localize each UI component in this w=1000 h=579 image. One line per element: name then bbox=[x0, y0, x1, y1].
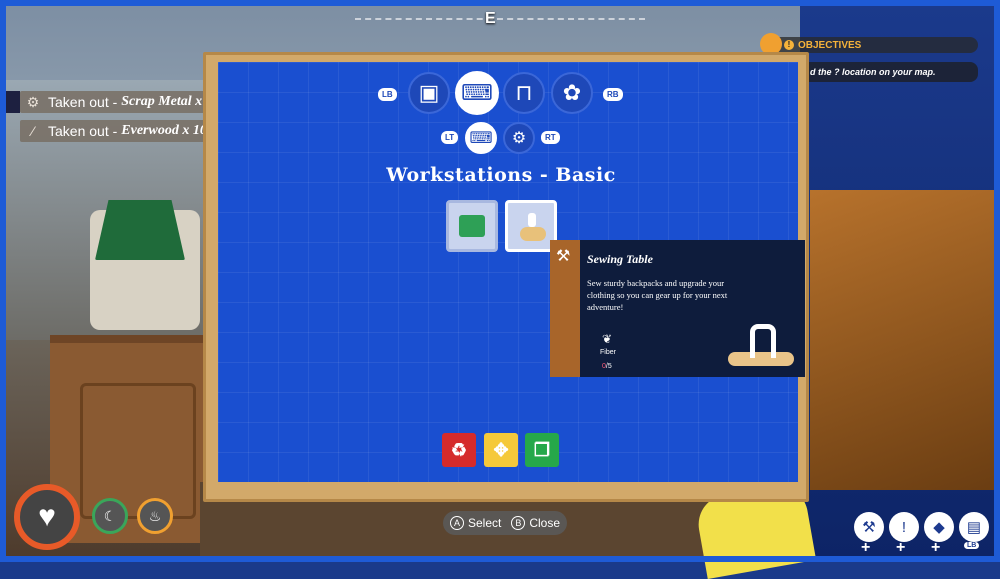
rt-button-hint[interactable]: RT bbox=[541, 131, 560, 144]
compass-heading: E bbox=[485, 10, 496, 27]
heart-icon: ♥ bbox=[38, 500, 56, 533]
tool-backpack[interactable]: ▤ LB bbox=[959, 512, 989, 549]
recycle-button[interactable]: ♻ bbox=[442, 433, 476, 467]
chair-icon: ⊓ bbox=[515, 80, 533, 105]
objectives-header: ! OBJECTIVES bbox=[760, 33, 978, 55]
sewing-table-icon bbox=[520, 213, 546, 241]
recipe-slot-workbench[interactable] bbox=[446, 200, 498, 252]
tool-hammer[interactable]: ⚒ + bbox=[854, 512, 884, 556]
fiber-icon: ❦ bbox=[602, 332, 613, 346]
pickup-item: Everwood x 10 bbox=[121, 123, 207, 138]
tooltip-side-strip: ⚒ bbox=[550, 240, 580, 377]
ingredient-count: 0/5 bbox=[602, 363, 612, 370]
subcategory-basic[interactable]: ⌨ bbox=[465, 122, 497, 154]
gear-icon: ⚙ bbox=[511, 130, 527, 147]
backpack-icon: ▤ bbox=[966, 519, 982, 536]
pickup-prefix: Taken out - bbox=[48, 94, 118, 110]
move-button[interactable]: ✥ bbox=[484, 433, 518, 467]
rb-button-hint[interactable]: RB bbox=[603, 88, 623, 101]
notification-edge bbox=[6, 91, 20, 113]
category-workstations[interactable]: ⌨ bbox=[455, 71, 499, 115]
category-furniture[interactable]: ⊓ bbox=[503, 72, 545, 114]
hammer-icon: ⚒ bbox=[862, 519, 876, 536]
preview-arm bbox=[750, 324, 776, 358]
b-button-icon: B bbox=[511, 516, 526, 530]
tool-alert[interactable]: ! + bbox=[889, 512, 919, 556]
moon-icon: ☾ bbox=[103, 507, 117, 524]
lb-button-hint: LB bbox=[964, 542, 980, 549]
close-label[interactable]: Close bbox=[529, 516, 560, 530]
category-title: Workstations - Basic bbox=[386, 164, 616, 186]
tool-map[interactable]: ◆ + bbox=[924, 512, 954, 556]
scrap-metal-icon: ⚙ bbox=[26, 94, 40, 110]
storage-icon: ▣ bbox=[418, 80, 440, 105]
objective-alert-icon: ! bbox=[784, 40, 794, 50]
copy-button[interactable]: ❐ bbox=[525, 433, 559, 467]
pickup-prefix: Taken out - bbox=[48, 123, 118, 139]
compass-bar: E bbox=[355, 10, 645, 36]
recycle-icon: ♻ bbox=[450, 439, 468, 460]
lt-button-hint[interactable]: LT bbox=[441, 131, 459, 144]
pickup-item: Scrap Metal x 2 bbox=[121, 94, 213, 109]
ingredient-name: Fiber bbox=[600, 349, 616, 356]
objectives-label: OBJECTIVES bbox=[798, 39, 862, 51]
dpad-icon: + bbox=[861, 539, 871, 556]
everwood-icon: ⁄ bbox=[31, 123, 35, 139]
workstation-icon: ⌨ bbox=[461, 80, 493, 105]
machine-top bbox=[95, 200, 185, 260]
objective-text: d the ? location on your map. bbox=[800, 62, 978, 82]
green-machine bbox=[90, 200, 200, 330]
category-decor[interactable]: ✿ bbox=[551, 72, 593, 114]
select-label[interactable]: Select bbox=[468, 516, 501, 530]
food-icon: ♨ bbox=[148, 507, 162, 524]
health-meter: ♥ bbox=[14, 484, 80, 550]
button-prompt-bar: A Select B Close bbox=[443, 511, 567, 535]
hunger-meter: ♨ bbox=[137, 498, 173, 534]
copy-icon: ❐ bbox=[533, 439, 551, 460]
lb-button-hint[interactable]: LB bbox=[378, 88, 397, 101]
cabinet-door bbox=[80, 383, 196, 519]
move-icon: ✥ bbox=[493, 439, 509, 460]
hammer-icon: ⚒ bbox=[556, 248, 571, 265]
wooden-floor-right bbox=[810, 190, 1000, 490]
dpad-icon: + bbox=[896, 539, 906, 556]
alert-icon: ! bbox=[901, 518, 907, 536]
recipe-tooltip: ⚒ Sewing Table Sew sturdy backpacks and … bbox=[550, 240, 805, 377]
tooltip-title: Sewing Table bbox=[587, 252, 653, 266]
subcategory-advanced[interactable]: ⚙ bbox=[503, 122, 535, 154]
dpad-icon: + bbox=[931, 539, 941, 556]
a-button-icon: A bbox=[449, 516, 464, 530]
category-storage[interactable]: ▣ bbox=[408, 72, 450, 114]
workstation-basic-icon: ⌨ bbox=[469, 130, 493, 147]
map-icon: ◆ bbox=[933, 519, 945, 536]
ingredient-need: /5 bbox=[605, 363, 612, 370]
workbench-icon bbox=[459, 215, 485, 237]
sleep-meter: ☾ bbox=[92, 498, 128, 534]
tooltip-description: Sew sturdy backpacks and upgrade your cl… bbox=[587, 278, 728, 312]
sewing-table-preview bbox=[728, 320, 794, 370]
plant-icon: ✿ bbox=[562, 80, 582, 105]
